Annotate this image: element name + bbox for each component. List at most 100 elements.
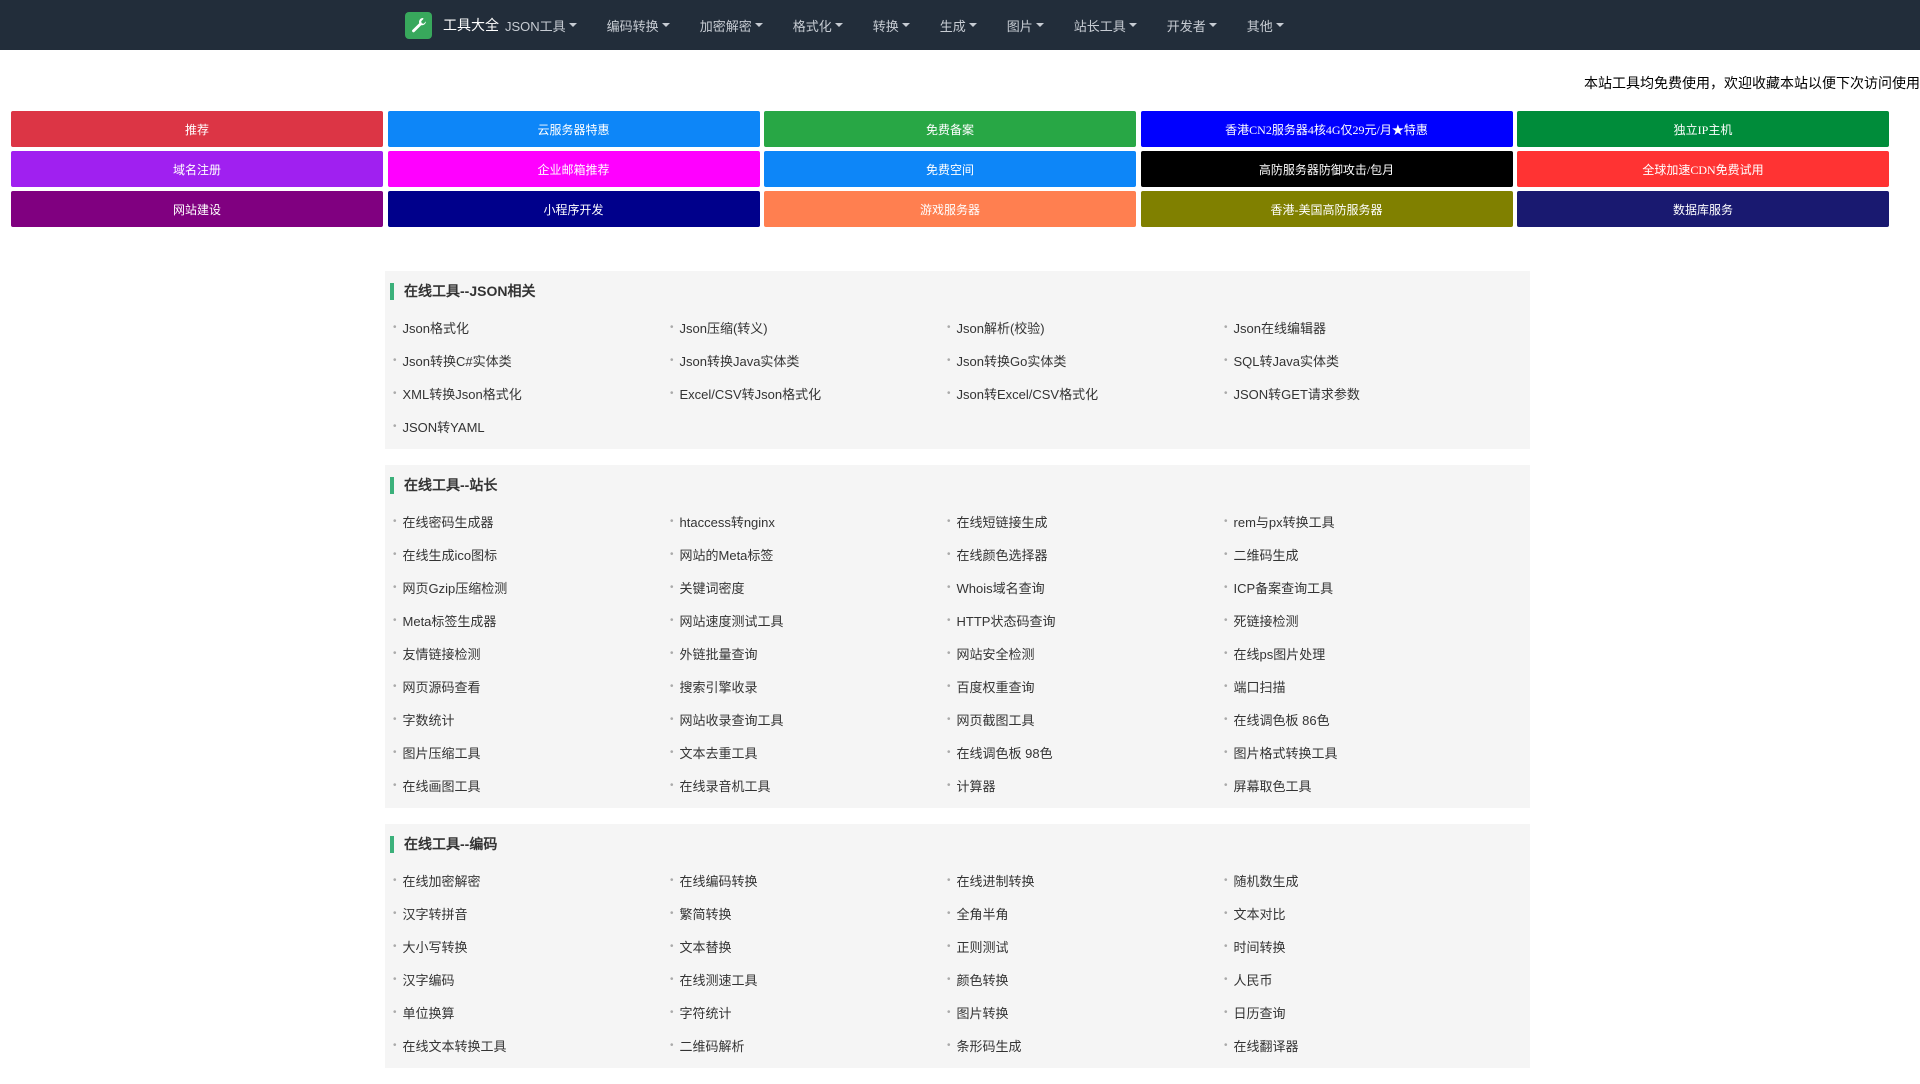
tool-link[interactable]: • 在线调色板 98色 [947,736,1224,769]
tool-link[interactable]: • 网站的Meta标签 [670,538,947,571]
tool-link[interactable]: • 颜色转换 [947,963,1224,996]
nav-menu-item[interactable]: 格式化 [778,0,858,50]
tool-link[interactable]: • 字符统计 [670,996,947,1029]
tool-link[interactable]: • 条形码生成 [947,1029,1224,1062]
tool-link[interactable]: • Json格式化 [393,311,670,344]
tool-link[interactable]: • Meta标签生成器 [393,604,670,637]
nav-menu-item[interactable]: 加密解密 [685,0,778,50]
tool-link[interactable]: • 计算器 [947,769,1224,802]
tool-link[interactable]: • 在线进制转换 [947,864,1224,897]
tool-link[interactable]: • 端口扫描 [1224,670,1501,703]
tool-link[interactable]: • Json压缩(转义) [670,311,947,344]
promo-button[interactable]: 游戏服务器 [764,191,1136,227]
tool-link[interactable]: • 在线短链接生成 [947,505,1224,538]
tool-link[interactable]: • Json转换Go实体类 [947,344,1224,377]
tool-link[interactable]: • 在线文本转换工具 [393,1029,670,1062]
tool-link[interactable]: • Json转Excel/CSV格式化 [947,377,1224,410]
promo-button[interactable]: 高防服务器防御攻击/包月 [1140,151,1513,187]
tool-link[interactable]: • 网页截图工具 [947,703,1224,736]
tool-link[interactable]: • 网站收录查询工具 [670,703,947,736]
nav-menu-item[interactable]: 站长工具 [1059,0,1152,50]
promo-button[interactable]: 香港CN2服务器4核4G仅29元/月★特惠 [1140,111,1513,147]
tool-link[interactable]: • 汉字编码 [393,963,670,996]
tool-link[interactable]: • 在线翻译器 [1224,1029,1501,1062]
tool-link[interactable]: • 搜索引擎收录 [670,670,947,703]
tool-link[interactable]: • 死链接检测 [1224,604,1501,637]
tool-link[interactable]: • 字数统计 [393,703,670,736]
tool-link[interactable]: • 在线录音机工具 [670,769,947,802]
tool-link[interactable]: • 百度权重查询 [947,670,1224,703]
tool-link[interactable]: • 二维码解析 [670,1029,947,1062]
nav-menu-item[interactable]: 转换 [858,0,925,50]
tool-link[interactable]: • 在线ps图片处理 [1224,637,1501,670]
tool-link[interactable]: • htaccess转nginx [670,505,947,538]
tool-link[interactable]: • 随机数生成 [1224,864,1501,897]
promo-button[interactable]: 全球加速CDN免费试用 [1517,151,1889,187]
tool-link[interactable]: • Json在线编辑器 [1224,311,1501,344]
tool-link[interactable]: • JSON转YAML [393,410,670,443]
tool-link[interactable]: • 文本替换 [670,930,947,963]
tool-link[interactable]: • 日历查询 [1224,996,1501,1029]
nav-menu-item[interactable]: 其他 [1232,0,1299,50]
promo-button[interactable]: 免费空间 [764,151,1136,187]
tool-link[interactable]: • 在线加密解密 [393,864,670,897]
promo-button[interactable]: 网站建设 [11,191,383,227]
nav-menu-item[interactable]: 图片 [992,0,1059,50]
promo-button[interactable]: 香港-美国高防服务器 [1140,191,1513,227]
tool-link[interactable]: • 友情链接检测 [393,637,670,670]
tool-link[interactable]: • 网站速度测试工具 [670,604,947,637]
tool-link[interactable]: • 网页源码查看 [393,670,670,703]
tool-link[interactable]: • 图片压缩工具 [393,736,670,769]
tool-link[interactable]: • Json解析(校验) [947,311,1224,344]
tool-link[interactable]: • 文本去重工具 [670,736,947,769]
tool-link[interactable]: • 时间转换 [1224,930,1501,963]
tool-link[interactable]: • 二维码生成 [1224,538,1501,571]
tool-link[interactable]: • 图片格式转换工具 [1224,736,1501,769]
tool-link[interactable]: • 屏幕取色工具 [1224,769,1501,802]
tool-link[interactable]: • 网站安全检测 [947,637,1224,670]
tool-link[interactable]: • HTTP状态码查询 [947,604,1224,637]
nav-menu-item[interactable]: 生成 [925,0,992,50]
tool-link[interactable]: • ICP备案查询工具 [1224,571,1501,604]
promo-button[interactable]: 推荐 [11,111,383,147]
promo-button[interactable]: 数据库服务 [1517,191,1889,227]
promo-button[interactable]: 云服务器特惠 [387,111,760,147]
tool-link[interactable]: • 图片转换 [947,996,1224,1029]
promo-button[interactable]: 域名注册 [11,151,383,187]
tool-link[interactable]: • 关键词密度 [670,571,947,604]
tool-link[interactable]: • 人民币 [1224,963,1501,996]
tool-link[interactable]: • 在线颜色选择器 [947,538,1224,571]
tool-link[interactable]: • Json转换Java实体类 [670,344,947,377]
tool-link[interactable]: • Excel/CSV转Json格式化 [670,377,947,410]
tool-link[interactable]: • 外链批量查询 [670,637,947,670]
tool-link[interactable]: • 在线画图工具 [393,769,670,802]
tool-link[interactable]: • XML转换Json格式化 [393,377,670,410]
nav-menu-item[interactable]: 编码转换 [592,0,685,50]
promo-button[interactable]: 企业邮箱推荐 [387,151,760,187]
tool-link[interactable]: • Json转换C#实体类 [393,344,670,377]
tool-link[interactable]: • 单位换算 [393,996,670,1029]
promo-button[interactable]: 独立IP主机 [1517,111,1889,147]
tool-link[interactable]: • 在线生成ico图标 [393,538,670,571]
tool-link-label: 死链接检测 [1233,614,1299,629]
nav-menu-item[interactable]: 开发者 [1152,0,1232,50]
tool-link[interactable]: • 全角半角 [947,897,1224,930]
tool-link[interactable]: • 汉字转拼音 [393,897,670,930]
tool-link[interactable]: • JSON转GET请求参数 [1224,377,1501,410]
tool-link[interactable]: • 在线测速工具 [670,963,947,996]
tool-link[interactable]: • 在线编码转换 [670,864,947,897]
brand[interactable]: 工具大全 [405,0,499,50]
tool-link[interactable]: • rem与px转换工具 [1224,505,1501,538]
tool-link[interactable]: • Whois域名查询 [947,571,1224,604]
tool-link[interactable]: • 大小写转换 [393,930,670,963]
tool-link[interactable]: • 正则测试 [947,930,1224,963]
tool-link[interactable]: • 繁简转换 [670,897,947,930]
promo-button[interactable]: 免费备案 [764,111,1136,147]
promo-button[interactable]: 小程序开发 [387,191,760,227]
tool-link[interactable]: • 网页Gzip压缩检测 [393,571,670,604]
tool-link[interactable]: • 在线密码生成器 [393,505,670,538]
nav-menu-item[interactable]: JSON工具 [490,0,592,50]
tool-link[interactable]: • SQL转Java实体类 [1224,344,1501,377]
tool-link[interactable]: • 文本对比 [1224,897,1501,930]
tool-link[interactable]: • 在线调色板 86色 [1224,703,1501,736]
